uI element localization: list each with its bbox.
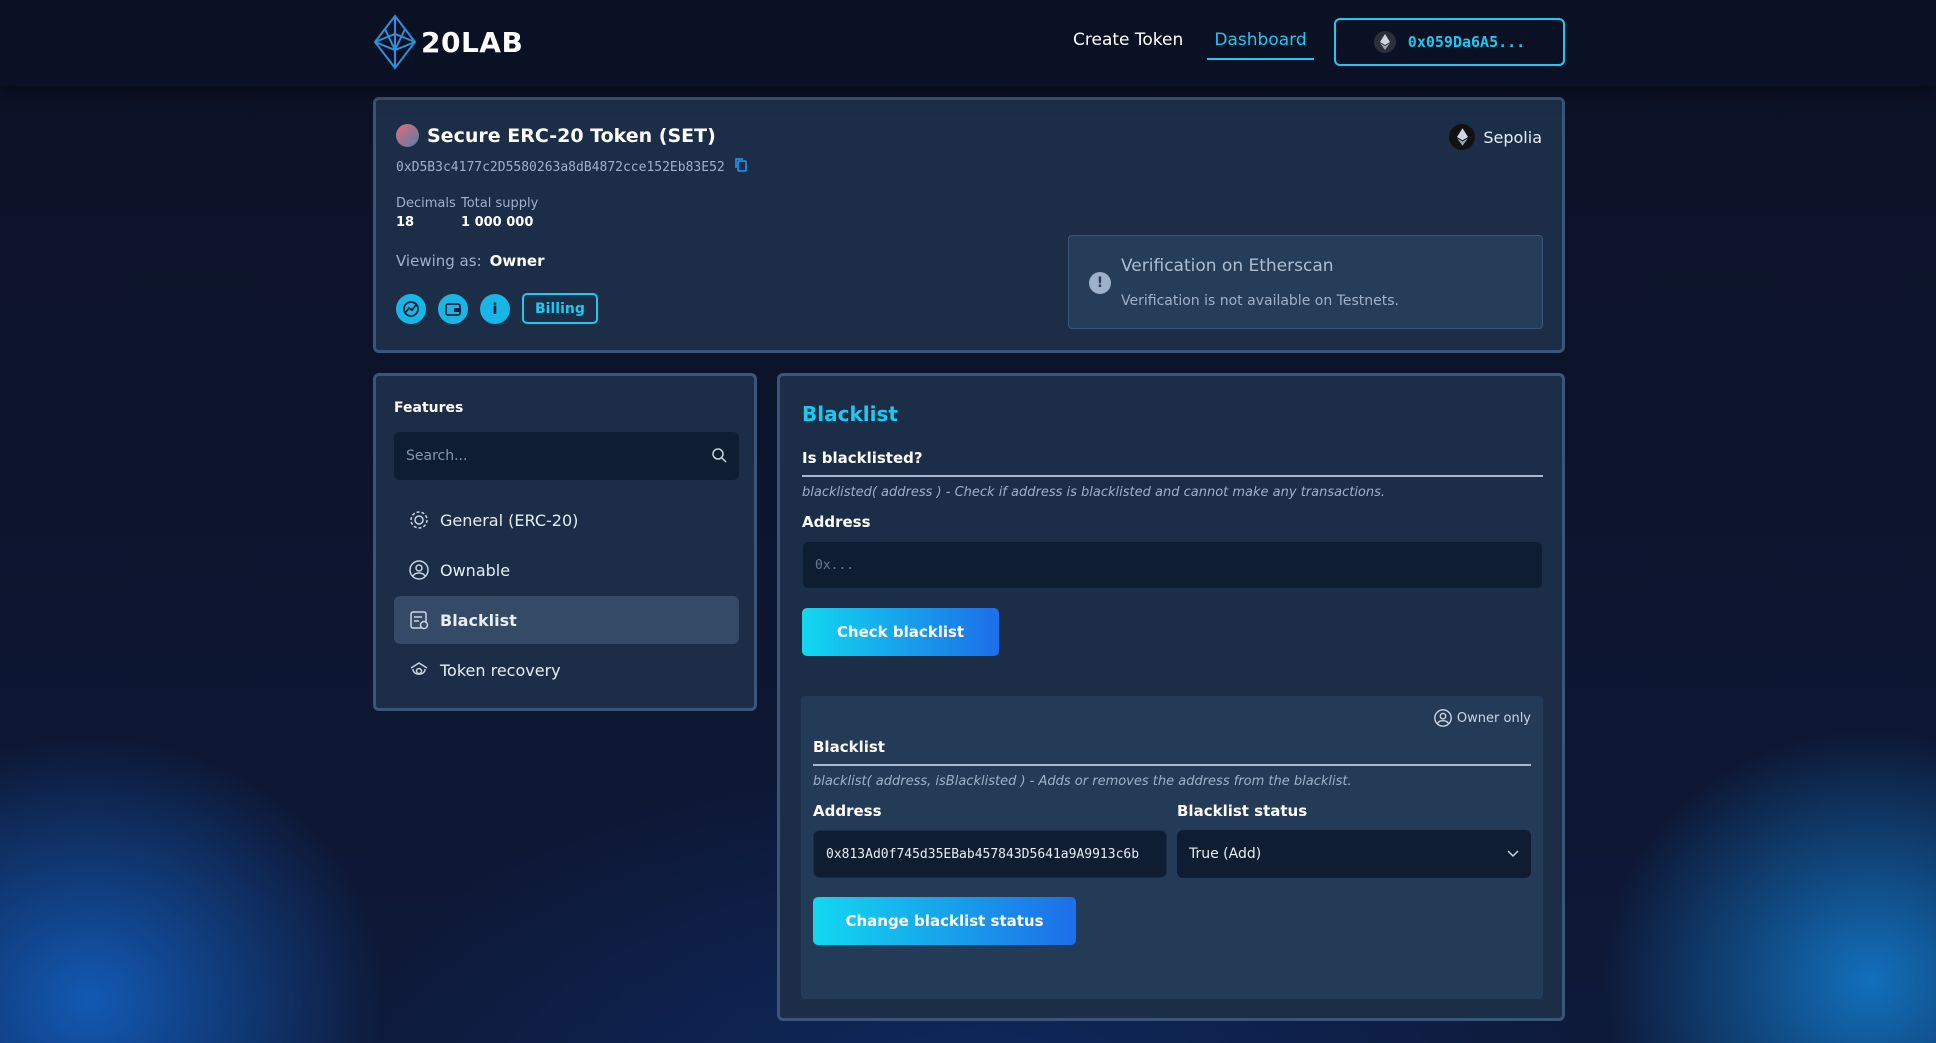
- feature-item-token-recovery[interactable]: Token recovery: [394, 646, 739, 694]
- network-indicator: Sepolia: [1449, 124, 1542, 150]
- verification-title: Verification on Etherscan: [1121, 256, 1334, 276]
- network-name: Sepolia: [1483, 127, 1542, 147]
- features-search: [394, 432, 739, 480]
- feature-label: Ownable: [440, 560, 511, 580]
- token-title: Secure ERC-20 Token (SET): [427, 124, 716, 147]
- billing-button[interactable]: Billing: [522, 293, 598, 324]
- nav-dashboard[interactable]: Dashboard: [1207, 30, 1314, 60]
- change-address-input[interactable]: [814, 831, 1166, 877]
- decimals-value: 18: [396, 215, 415, 230]
- change-blacklist-status-button[interactable]: Change blacklist status: [813, 897, 1076, 945]
- chart-icon[interactable]: [396, 293, 426, 324]
- status-label: Blacklist status: [1177, 802, 1308, 820]
- supply-label: Total supply: [461, 196, 539, 211]
- feature-label: Blacklist: [440, 610, 517, 630]
- check-blacklist-button[interactable]: Check blacklist: [802, 608, 999, 656]
- check-description: blacklisted( address ) - Check if addres…: [802, 485, 1386, 500]
- verification-text: Verification is not available on Testnet…: [1121, 293, 1399, 309]
- feature-label: General (ERC-20): [440, 510, 579, 530]
- section-title: Blacklist: [802, 402, 898, 426]
- nav-create-token[interactable]: Create Token: [1073, 30, 1183, 50]
- blacklist-icon: [410, 611, 429, 630]
- features-sidebar: Features General (ERC-20) Ownable Blackl…: [373, 373, 757, 711]
- decimals-stat: Decimals 18: [396, 196, 456, 230]
- ethereum-icon: [1373, 31, 1396, 53]
- recovery-icon: [410, 662, 428, 675]
- info-icon[interactable]: i: [480, 293, 510, 324]
- logo-diamond-icon: [373, 14, 417, 70]
- change-blacklist-panel: Owner only Blacklist blacklist( address,…: [801, 696, 1543, 999]
- owner-only-badge: Owner only: [1433, 708, 1531, 728]
- change-description: blacklist( address, isBlacklisted ) - Ad…: [813, 774, 1352, 789]
- token-address-row: 0xD5B3c4177c2D5580263a8dB4872cce152Eb83E…: [396, 158, 747, 176]
- alert-icon: !: [1089, 272, 1111, 294]
- change-heading: Blacklist: [813, 738, 885, 756]
- search-input[interactable]: [394, 432, 739, 480]
- owner-only-label: Owner only: [1456, 710, 1531, 726]
- search-icon[interactable]: [711, 447, 727, 463]
- user-circle-icon: [409, 560, 429, 580]
- ethereum-icon: [1449, 124, 1476, 150]
- status-select[interactable]: True (Add): [1177, 830, 1531, 878]
- user-circle-icon: [1434, 709, 1452, 727]
- check-address-input[interactable]: [803, 542, 1542, 588]
- check-address-field: [802, 541, 1543, 589]
- decimals-label: Decimals: [396, 196, 456, 211]
- chevron-down-icon: [1507, 850, 1519, 858]
- gear-icon: [410, 511, 428, 529]
- viewing-as: Viewing as: Owner: [396, 252, 544, 270]
- features-title: Features: [394, 400, 464, 416]
- feature-item-ownable[interactable]: Ownable: [394, 546, 739, 594]
- token-address: 0xD5B3c4177c2D5580263a8dB4872cce152Eb83E…: [396, 159, 725, 175]
- status-select-value: True (Add): [1189, 846, 1262, 862]
- features-list: General (ERC-20) Ownable Blacklist Token…: [394, 496, 739, 696]
- feature-label: Token recovery: [440, 660, 561, 680]
- top-navigation-bar: 20LAB Create Token Dashboard 0x059Da6A5.…: [0, 0, 1936, 86]
- divider: [813, 764, 1531, 766]
- supply-value: 1 000 000: [461, 215, 534, 230]
- divider: [802, 475, 1543, 477]
- feature-item-general[interactable]: General (ERC-20): [394, 496, 739, 544]
- wallet-button[interactable]: 0x059Da6A5...: [1334, 18, 1565, 66]
- logo[interactable]: 20LAB: [372, 14, 523, 70]
- blacklist-panel: Blacklist Is blacklisted? blacklisted( a…: [777, 373, 1565, 1021]
- token-info-card: Secure ERC-20 Token (SET) 0xD5B3c4177c2D…: [373, 97, 1565, 353]
- feature-item-blacklist[interactable]: Blacklist: [394, 596, 739, 644]
- copy-icon[interactable]: [734, 158, 747, 176]
- wallet-address: 0x059Da6A5...: [1407, 33, 1526, 51]
- supply-stat: Total supply 1 000 000: [461, 196, 538, 230]
- check-address-label: Address: [802, 513, 871, 531]
- change-address-field: [813, 830, 1167, 878]
- verification-box: ! Verification on Etherscan Verification…: [1068, 235, 1543, 329]
- check-heading: Is blacklisted?: [802, 449, 923, 467]
- viewing-label: Viewing as:: [396, 252, 482, 270]
- token-actions: i Billing: [396, 293, 598, 324]
- change-address-label: Address: [813, 802, 882, 820]
- viewing-role: Owner: [489, 252, 545, 270]
- wallet-icon[interactable]: [438, 293, 468, 324]
- token-avatar: [396, 124, 419, 147]
- logo-text: 20LAB: [421, 25, 524, 59]
